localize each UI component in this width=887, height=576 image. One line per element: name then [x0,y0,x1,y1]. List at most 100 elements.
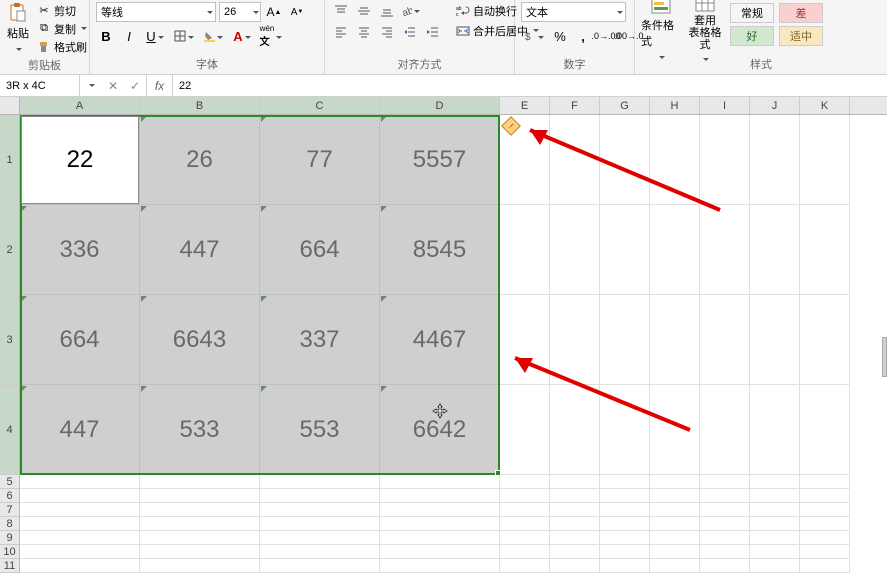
row-header-9[interactable]: 9 [0,531,20,545]
cell[interactable]: 447 [140,205,260,295]
cell[interactable]: 8545 [380,205,500,295]
formula-input-wrap[interactable] [173,75,887,96]
currency-button[interactable]: $ [521,26,547,46]
font-size-combo[interactable] [219,2,261,22]
cell[interactable] [650,475,700,489]
cell[interactable] [380,517,500,531]
cell[interactable] [750,475,800,489]
cell[interactable] [600,503,650,517]
cell[interactable] [140,545,260,559]
phonetic-button[interactable]: wén文 [258,26,284,46]
cells-area[interactable]: 2226775557336447664854566466433374467447… [20,115,887,576]
cell[interactable] [700,475,750,489]
row-header-5[interactable]: 5 [0,475,20,489]
fx-icon[interactable]: fx [147,75,173,96]
cell[interactable] [800,475,850,489]
cell[interactable] [140,559,260,573]
column-header-J[interactable]: J [750,97,800,114]
cancel-icon[interactable]: ✕ [102,79,124,93]
cell[interactable] [20,517,140,531]
fill-color-button[interactable] [200,26,226,46]
cell[interactable] [20,531,140,545]
decrease-font-button[interactable]: A▼ [287,2,307,22]
cell-style-bad[interactable]: 差 [779,3,823,23]
cell[interactable]: 6642 [380,385,500,475]
cell[interactable] [600,545,650,559]
cell[interactable] [140,531,260,545]
cell[interactable] [380,559,500,573]
cell[interactable] [750,503,800,517]
cell[interactable] [650,545,700,559]
indent-increase-button[interactable] [423,23,443,41]
cut-button[interactable]: ✂ 剪切 [34,2,90,19]
cell[interactable] [20,503,140,517]
italic-button[interactable]: I [119,26,139,46]
cell[interactable] [750,489,800,503]
orientation-button[interactable]: ab [400,2,420,20]
comma-button[interactable]: , [573,26,593,46]
cell[interactable]: 447 [20,385,140,475]
column-header-H[interactable]: H [650,97,700,114]
cell[interactable] [700,115,750,205]
cell[interactable] [380,503,500,517]
conditional-format-button[interactable]: 条件格式 [641,2,681,54]
cell[interactable] [260,503,380,517]
cell[interactable] [550,385,600,475]
increase-font-button[interactable]: A▲ [264,2,284,22]
cell[interactable] [750,205,800,295]
format-painter-button[interactable]: 格式刷 [34,38,90,55]
cell[interactable] [20,489,140,503]
column-header-D[interactable]: D [380,97,500,114]
cell[interactable] [750,115,800,205]
row-header-8[interactable]: 8 [0,517,20,531]
cell[interactable] [260,559,380,573]
cell[interactable] [20,545,140,559]
cell[interactable] [380,489,500,503]
cell[interactable] [550,531,600,545]
bold-button[interactable]: B [96,26,116,46]
column-header-B[interactable]: B [140,97,260,114]
align-bottom-button[interactable] [377,2,397,20]
cell[interactable] [260,531,380,545]
cell[interactable] [750,545,800,559]
column-header-E[interactable]: E [500,97,550,114]
cell[interactable] [800,545,850,559]
cell[interactable] [800,385,850,475]
cell[interactable] [600,531,650,545]
column-header-F[interactable]: F [550,97,600,114]
cell[interactable] [700,517,750,531]
cell[interactable] [600,295,650,385]
increase-decimal-button[interactable]: .0→.00 [596,26,616,46]
cell[interactable]: 26 [140,115,260,205]
cell[interactable] [800,503,850,517]
cell[interactable] [700,295,750,385]
cell[interactable] [800,205,850,295]
row-header-11[interactable]: 11 [0,559,20,573]
formula-input[interactable] [173,75,887,96]
cell[interactable] [700,503,750,517]
row-header-7[interactable]: 7 [0,503,20,517]
cell[interactable]: 533 [140,385,260,475]
cell[interactable] [550,559,600,573]
paste-button[interactable]: 粘贴 [6,2,30,54]
cell[interactable] [600,385,650,475]
cell[interactable] [750,295,800,385]
row-header-1[interactable]: 1 [0,115,20,205]
cell[interactable] [650,489,700,503]
column-header-C[interactable]: C [260,97,380,114]
cell[interactable] [20,475,140,489]
cell[interactable] [650,115,700,205]
caret-icon[interactable] [613,5,625,19]
select-all-corner[interactable] [0,97,20,114]
cell[interactable] [500,503,550,517]
cell-style-neutral[interactable]: 适中 [779,26,823,46]
cell[interactable] [600,205,650,295]
cell[interactable] [260,475,380,489]
align-middle-button[interactable] [354,2,374,20]
cell[interactable]: 337 [260,295,380,385]
cell[interactable] [140,475,260,489]
caret-icon[interactable] [80,84,102,87]
cell[interactable] [550,489,600,503]
cell[interactable] [260,545,380,559]
row-header-6[interactable]: 6 [0,489,20,503]
